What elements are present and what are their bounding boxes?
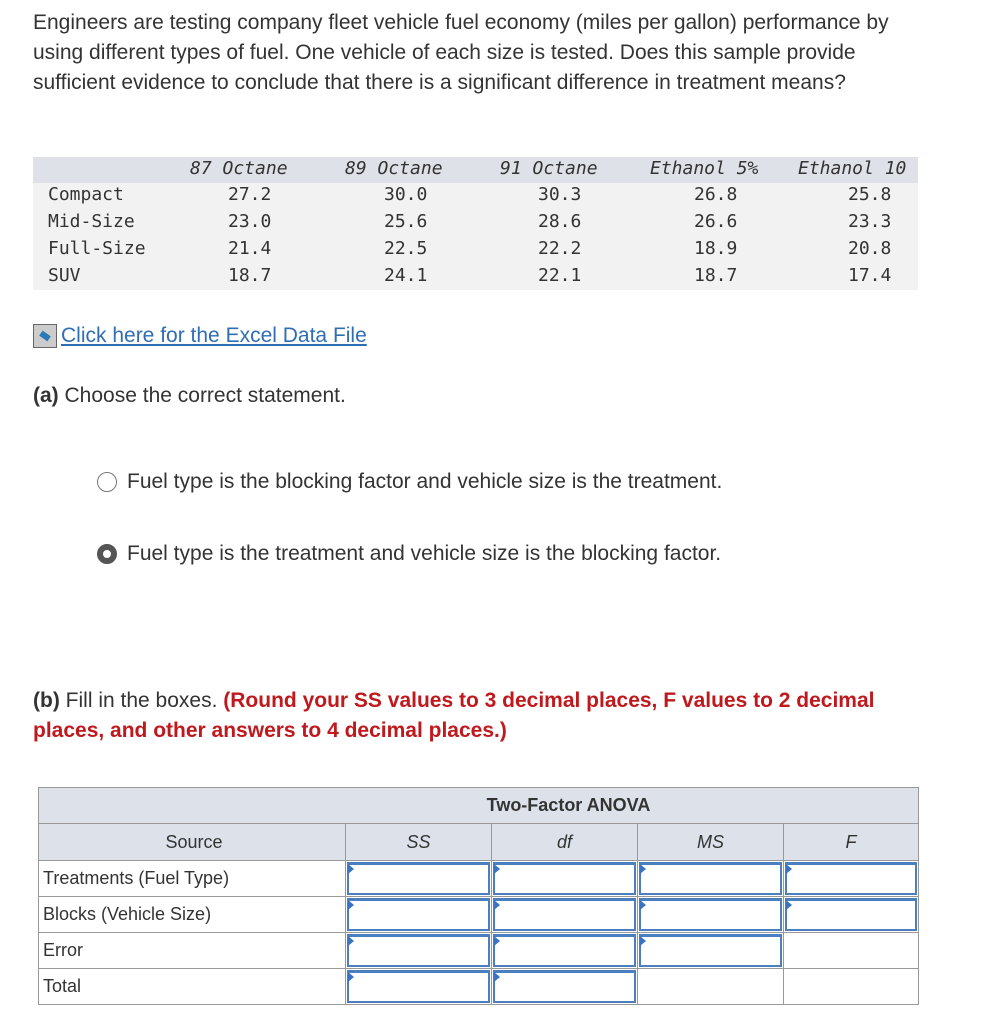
data-cell: 18.7 — [228, 265, 272, 286]
source-label: Blocks (Vehicle Size) — [38, 896, 346, 933]
header-ss: SS — [345, 823, 492, 861]
row-label: Mid-Size — [48, 211, 135, 232]
input-df[interactable] — [493, 862, 636, 895]
cell-ss — [345, 860, 492, 897]
cell-ss — [345, 896, 492, 933]
input-f[interactable] — [785, 862, 917, 895]
data-cell: 28.6 — [538, 211, 582, 232]
data-cell: 17.4 — [848, 265, 892, 286]
input-f[interactable] — [785, 898, 917, 931]
data-cell: 21.4 — [228, 238, 272, 259]
input-ss[interactable] — [347, 970, 490, 1003]
data-cell: 18.9 — [694, 238, 738, 259]
input-ss[interactable] — [347, 898, 490, 931]
data-cell: 18.7 — [694, 265, 738, 286]
data-cell: 25.6 — [384, 211, 428, 232]
excel-file-icon — [33, 324, 57, 348]
input-ms[interactable] — [639, 862, 782, 895]
data-cell: 20.8 — [848, 238, 892, 259]
data-cell: 22.1 — [538, 265, 582, 286]
input-ss[interactable] — [347, 862, 490, 895]
header-df: df — [491, 823, 638, 861]
header-ms: MS — [637, 823, 784, 861]
data-cell: 30.3 — [538, 184, 582, 205]
part-b-label: (b) — [33, 689, 60, 712]
cell-f — [783, 932, 919, 969]
source-label: Treatments (Fuel Type) — [38, 860, 346, 897]
part-b-prompt: (b) Fill in the boxes. (Round your SS va… — [33, 686, 933, 746]
data-cell: 30.0 — [384, 184, 428, 205]
input-ss[interactable] — [347, 934, 490, 967]
question-text: Engineers are testing company fleet vehi… — [33, 11, 889, 94]
data-cell: 22.5 — [384, 238, 428, 259]
cell-ms — [637, 932, 784, 969]
anova-row: Treatments (Fuel Type) — [38, 860, 919, 897]
data-cell: 23.3 — [848, 211, 892, 232]
data-cell: 23.0 — [228, 211, 272, 232]
column-header: Ethanol 10 — [798, 158, 907, 179]
cell-df — [491, 860, 638, 897]
input-df[interactable] — [493, 898, 636, 931]
data-cell: 26.8 — [694, 184, 738, 205]
part-a-prompt: (a) Choose the correct statement. — [33, 384, 346, 408]
option-2[interactable]: Fuel type is the treatment and vehicle s… — [97, 542, 721, 566]
header-f: F — [783, 823, 919, 861]
anova-row: Blocks (Vehicle Size) — [38, 896, 919, 933]
column-header: 87 Octane — [190, 158, 288, 179]
cell-ss — [345, 968, 492, 1005]
option-text: Fuel type is the blocking factor and veh… — [127, 470, 723, 493]
input-ms[interactable] — [639, 898, 782, 931]
data-cell: 25.8 — [848, 184, 892, 205]
cell-df — [491, 932, 638, 969]
part-b-text: Fill in the boxes. — [65, 689, 218, 712]
anova-title: Two-Factor ANOVA — [38, 787, 919, 824]
cell-f — [783, 896, 919, 933]
data-cell: 24.1 — [384, 265, 428, 286]
source-label: Error — [38, 932, 346, 969]
column-header: 91 Octane — [500, 158, 598, 179]
radio-button-selected[interactable] — [97, 544, 117, 564]
excel-data-link[interactable]: Click here for the Excel Data File — [33, 324, 367, 348]
option-text: Fuel type is the treatment and vehicle s… — [127, 542, 722, 565]
column-header: 89 Octane — [345, 158, 443, 179]
row-label: Compact — [48, 184, 124, 205]
row-label: SUV — [48, 265, 81, 286]
option-1[interactable]: Fuel type is the blocking factor and veh… — [97, 470, 722, 494]
cell-ms — [637, 968, 784, 1005]
data-cell: 26.6 — [694, 211, 738, 232]
row-label: Full-Size — [48, 238, 146, 259]
anova-table: Two-Factor ANOVA Source SS df MS F Treat… — [38, 787, 919, 1005]
column-header: Ethanol 5% — [650, 158, 759, 179]
cell-ms — [637, 860, 784, 897]
radio-button[interactable] — [97, 472, 117, 492]
part-a-text: Choose the correct statement. — [64, 384, 346, 407]
input-df[interactable] — [493, 970, 636, 1003]
input-ms[interactable] — [639, 934, 782, 967]
cell-ms — [637, 896, 784, 933]
anova-row: Error — [38, 932, 919, 969]
source-label: Total — [38, 968, 346, 1005]
data-table: 87 Octane 89 Octane 91 Octane Ethanol 5%… — [33, 157, 918, 290]
cell-f — [783, 860, 919, 897]
cell-df — [491, 968, 638, 1005]
data-cell: 27.2 — [228, 184, 272, 205]
anova-row: Total — [38, 968, 919, 1005]
input-df[interactable] — [493, 934, 636, 967]
cell-ss — [345, 932, 492, 969]
part-a-label: (a) — [33, 384, 59, 407]
cell-f — [783, 968, 919, 1005]
cell-df — [491, 896, 638, 933]
data-table-header — [33, 157, 918, 183]
data-cell: 22.2 — [538, 238, 582, 259]
excel-link-text[interactable]: Click here for the Excel Data File — [61, 324, 367, 348]
header-source: Source — [38, 823, 346, 861]
